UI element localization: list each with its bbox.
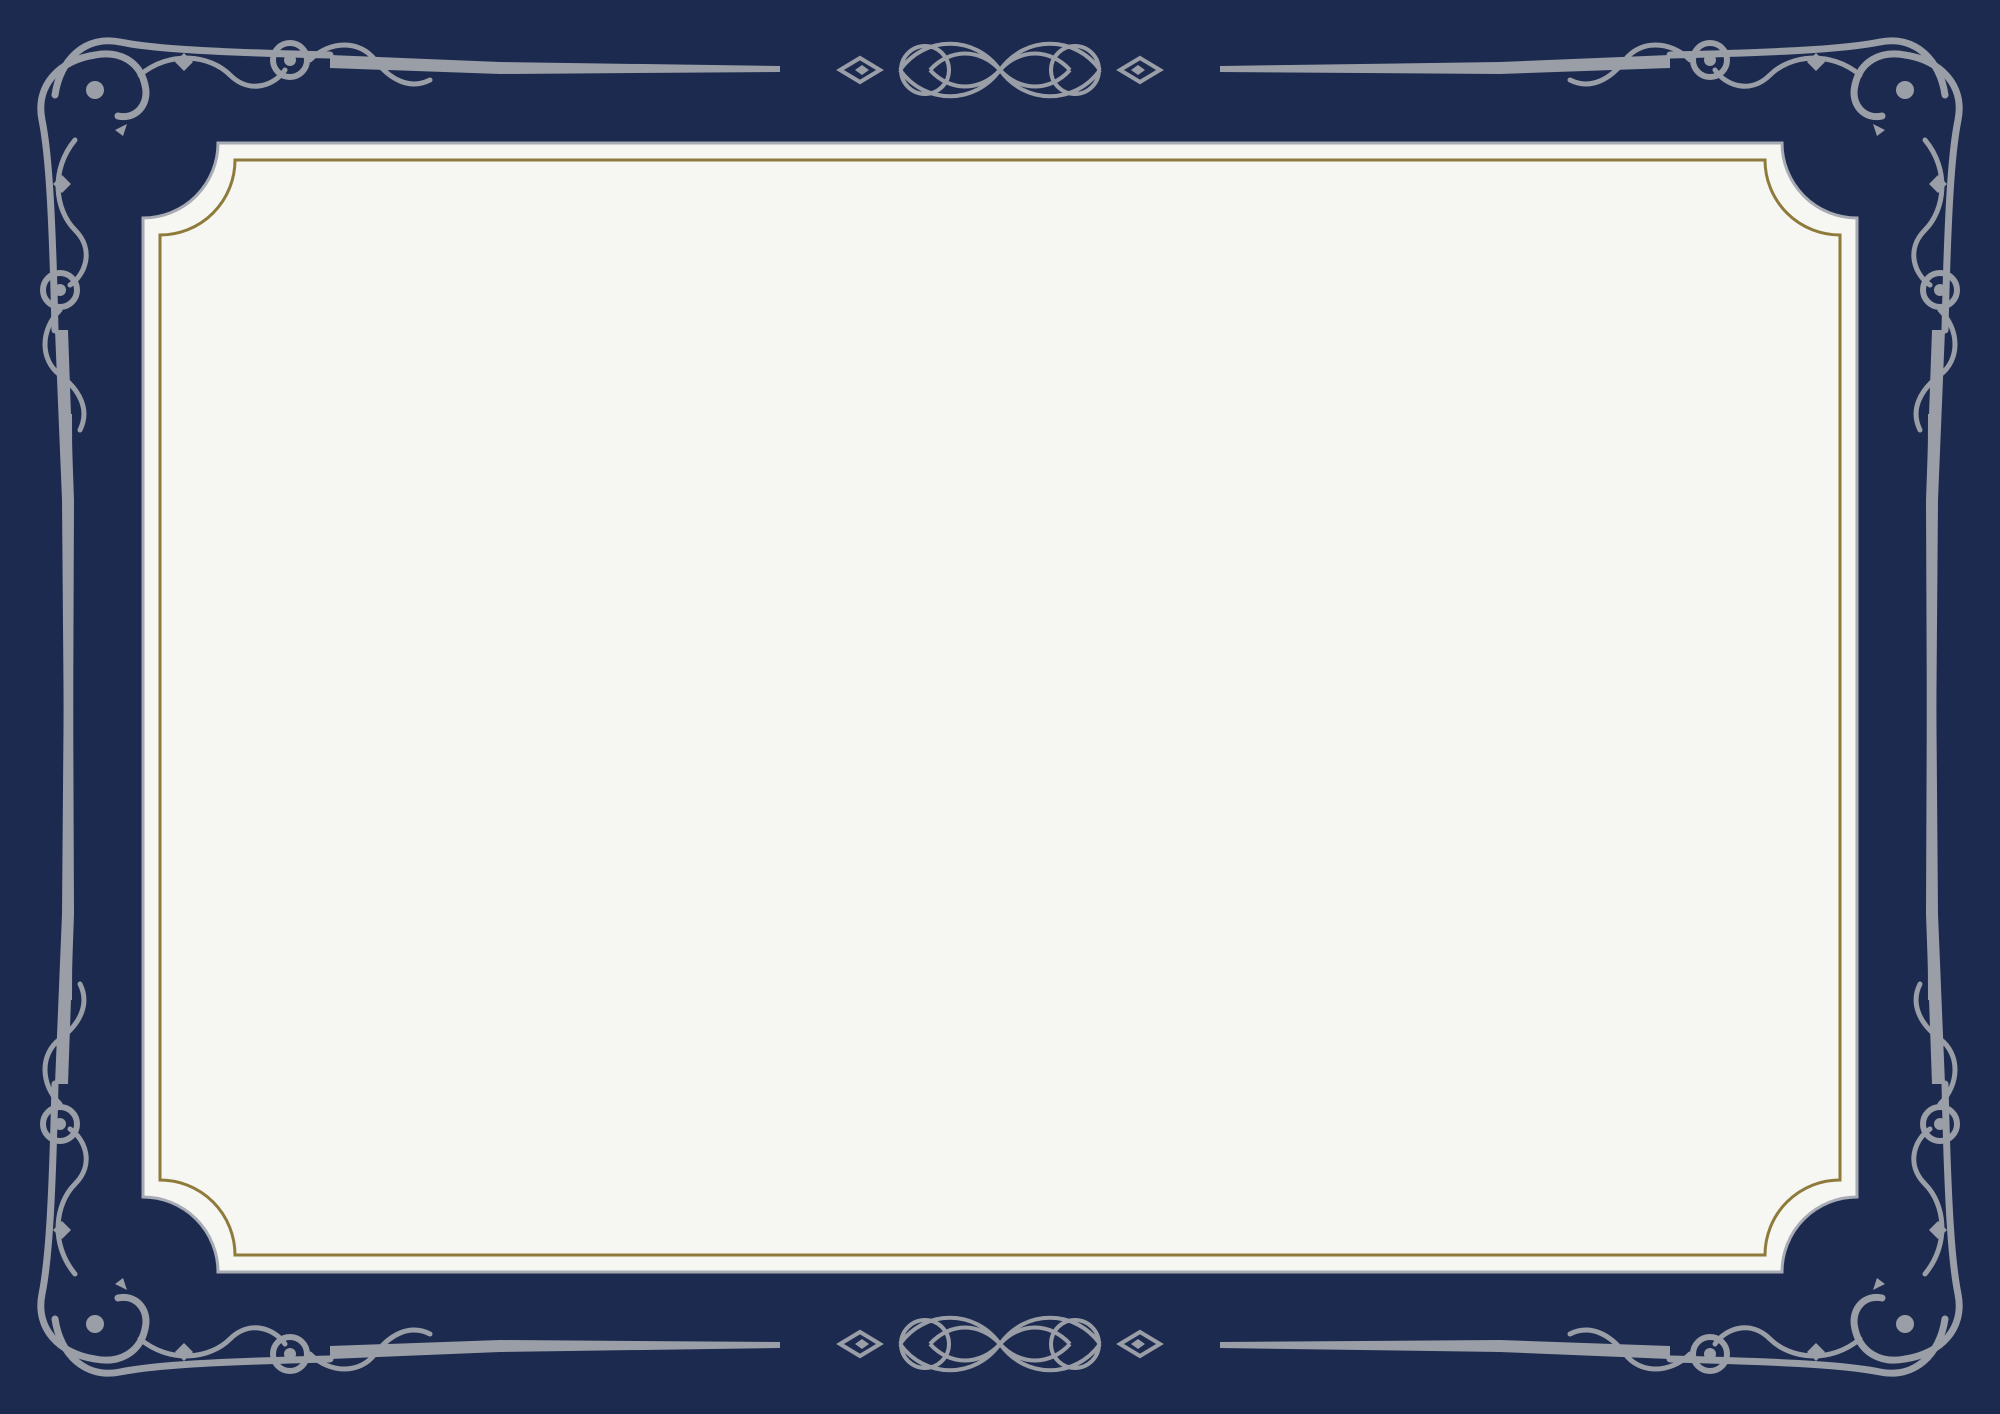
certificate-frame — [0, 0, 2000, 1414]
frame-artwork — [0, 0, 2000, 1414]
panel-content — [235, 235, 1765, 1180]
